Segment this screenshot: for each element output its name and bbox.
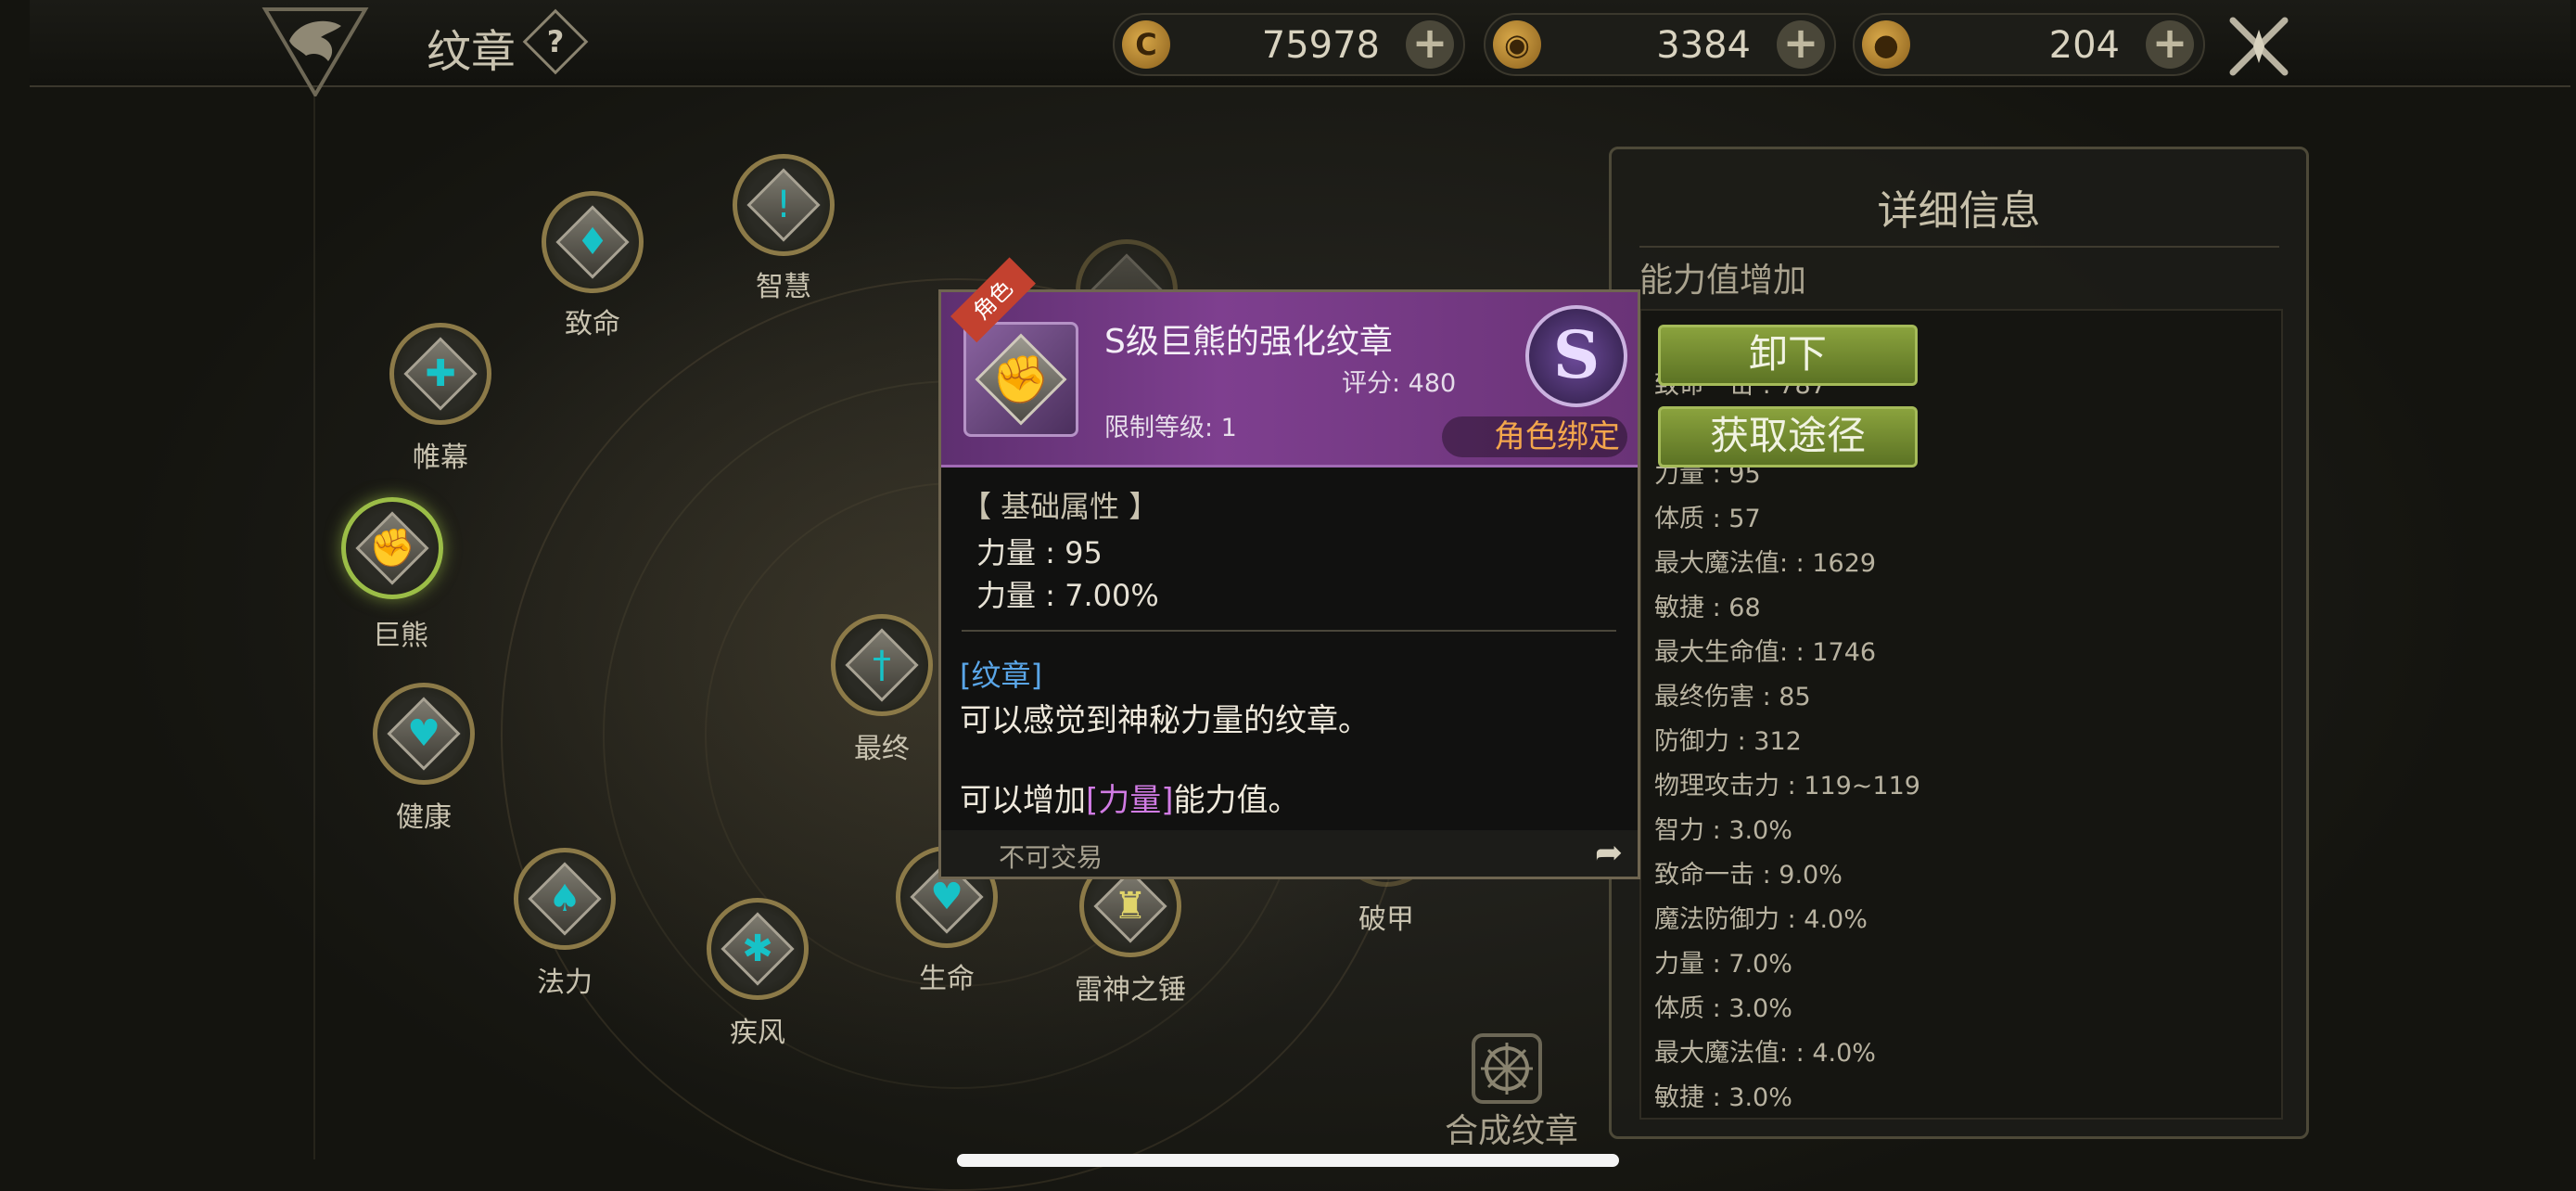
heart-icon: ♥ — [407, 712, 440, 755]
stat-line: 最大魔法值: : 1629 — [1654, 549, 1877, 578]
resource-counter-2: ◉ 3384 + — [1484, 13, 1836, 76]
shield-icon: ✚ — [425, 352, 456, 395]
basic-attributes-heading: 【 基础属性 】 — [962, 489, 1159, 524]
wind-icon: ✱ — [742, 928, 773, 970]
item-tooltip: ✊ 角色 S级巨熊的强化纹章 评分: 480 限制等级: 1 S 角色绑定 【 … — [938, 257, 1640, 879]
bind-status: 角色绑定 — [1442, 416, 1627, 457]
stat-line: 智力 : 3.0% — [1654, 816, 1792, 845]
emblem-node-zhihui[interactable]: ! — [733, 154, 835, 256]
emblem-node-juxiong[interactable]: ✊ — [341, 497, 443, 599]
node-label: 生命 — [919, 963, 975, 995]
node-label: 疾风 — [730, 1017, 785, 1049]
stat-line: 魔法防御力 : 4.0% — [1654, 905, 1868, 934]
item-icon: ✊ — [963, 322, 1078, 437]
node-label: 破甲 — [1358, 903, 1414, 936]
item-category-tag: [纹章] — [960, 658, 1042, 693]
trade-bar: 不可交易 ➦ — [941, 830, 1638, 877]
resource-counter-1: C 75978 + — [1113, 13, 1465, 76]
emblem-node-zhiming[interactable]: ♦ — [542, 191, 644, 293]
node-label: 巨熊 — [373, 620, 428, 652]
fist-icon: ✊ — [369, 527, 415, 570]
add-resource-button[interactable]: + — [1406, 20, 1454, 69]
resource-value: 3384 — [1656, 24, 1751, 67]
refresh-coin-icon: C — [1122, 20, 1170, 69]
synthesize-label[interactable]: 合成纹章 — [1419, 1104, 1604, 1152]
stat-line: 物理攻击力 : 119~119 — [1654, 772, 1920, 800]
node-label: 雷神之锤 — [1075, 974, 1186, 1006]
sword-icon: † — [873, 644, 891, 686]
add-resource-button[interactable]: + — [1777, 20, 1825, 69]
synthesize-emblem-icon[interactable] — [1442, 1030, 1572, 1113]
emblem-node-jiankang[interactable]: ♥ — [373, 683, 475, 785]
node-label: 智慧 — [756, 271, 811, 303]
lock-coin-icon: ◉ — [1493, 20, 1541, 69]
close-icon[interactable] — [2225, 13, 2292, 80]
item-description: 可以感觉到神秘力量的纹章。 — [960, 702, 1370, 739]
stat-line: 最终伤害 : 85 — [1654, 683, 1811, 711]
highlight-stat: [力量] — [1086, 782, 1174, 819]
node-label: 致命 — [565, 308, 620, 340]
mind-icon: ! — [775, 184, 792, 226]
node-label: 健康 — [396, 801, 452, 834]
divider — [1639, 246, 2279, 248]
section-title: 能力值增加 — [1639, 262, 1807, 300]
gold-coin-icon: ● — [1862, 20, 1910, 69]
stat-line: 体质 : 57 — [1654, 505, 1761, 533]
stat-line: 致命一击 : 9.0% — [1654, 861, 1843, 890]
page-title: 纹章 — [427, 26, 516, 78]
obtain-method-button[interactable]: 获取途径 — [1658, 406, 1918, 467]
dragon-emblem-icon — [261, 7, 369, 96]
panel-title: 详细信息 — [1877, 187, 2041, 235]
trade-status: 不可交易 — [999, 842, 1103, 873]
resource-value: 204 — [2048, 24, 2120, 67]
item-header: ✊ 角色 S级巨熊的强化纹章 评分: 480 限制等级: 1 S 角色绑定 — [941, 257, 1638, 467]
stat-line: 体质 : 3.0% — [1654, 994, 1792, 1023]
stat-line: 敏捷 : 3.0% — [1654, 1083, 1792, 1112]
item-name: S级巨熊的强化纹章 — [1104, 323, 1393, 361]
stat-line: 防御力 : 312 — [1654, 727, 1802, 756]
stat-line: 最大生命值: : 1746 — [1654, 638, 1877, 667]
flame-icon: ♠ — [548, 877, 581, 920]
help-icon: ? — [546, 24, 565, 59]
share-icon[interactable]: ➦ — [1591, 836, 1626, 871]
node-label: 法力 — [537, 967, 593, 999]
fang-icon: ♦ — [576, 221, 609, 263]
level-limit: 限制等级: 1 — [1104, 414, 1237, 442]
attribute-line: 力量 : 95 — [976, 535, 1103, 570]
unequip-button[interactable]: 卸下 — [1658, 325, 1918, 386]
stat-line: 敏捷 : 68 — [1654, 594, 1761, 622]
home-indicator[interactable] — [957, 1154, 1619, 1167]
emblem-node-fali[interactable]: ♠ — [514, 848, 616, 950]
stat-line: 最大魔法值: : 4.0% — [1654, 1039, 1876, 1068]
resource-counter-3: ● 204 + — [1853, 13, 2205, 76]
add-resource-button[interactable]: + — [2146, 20, 2194, 69]
divider — [962, 630, 1616, 632]
emblem-node-jifeng[interactable]: ✱ — [707, 898, 809, 1000]
resource-value: 75978 — [1261, 24, 1380, 67]
fist-icon: ✊ — [991, 352, 1051, 406]
stat-line: 力量 : 7.0% — [1654, 950, 1792, 979]
emblem-node-weimu[interactable]: ✚ — [389, 323, 491, 425]
item-effect: 可以增加[力量]能力值。 — [960, 782, 1300, 819]
emblem-node-zuizhong[interactable]: † — [831, 614, 933, 716]
background-line — [313, 83, 315, 1159]
item-score: 评分: 480 — [1342, 369, 1457, 398]
attribute-line: 力量 : 7.00% — [976, 578, 1159, 613]
node-label: 帷幕 — [413, 442, 468, 474]
grade-s-icon: S — [1525, 305, 1627, 407]
detail-panel: 详细信息 能力值增加 致命一击 : 787 力量 : 95 体质 : 57 最大… — [1609, 147, 2309, 1139]
